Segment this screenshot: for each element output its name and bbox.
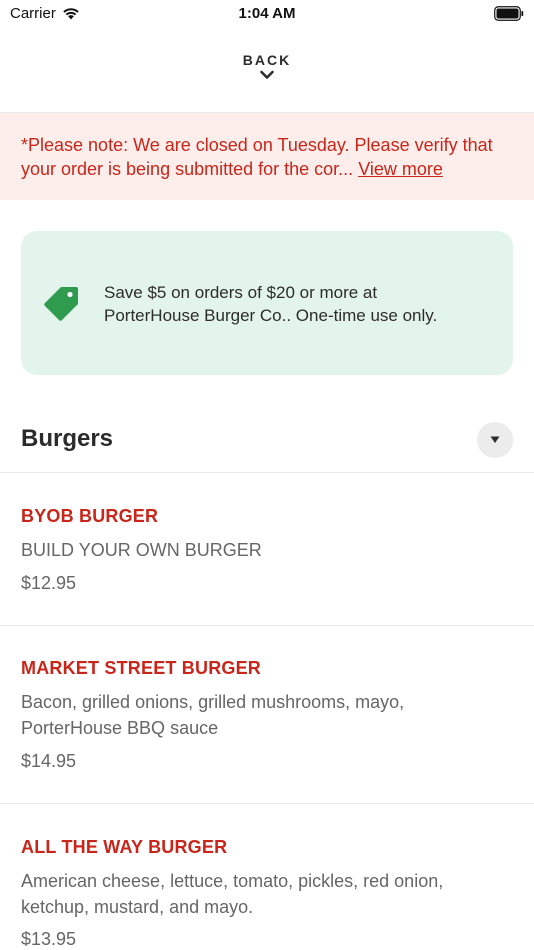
item-price: $13.95 — [21, 929, 77, 949]
back-button[interactable]: BACK — [227, 52, 307, 81]
item-name: ALL THE WAY BURGER — [21, 837, 228, 857]
promo-line-2: PorterHouse Burger Co.. One-time use onl… — [104, 306, 438, 325]
section-collapse-toggle[interactable] — [477, 422, 513, 458]
section-header-burgers: Burgers — [0, 405, 534, 473]
item-price: $12.95 — [21, 573, 77, 593]
battery-icon — [494, 6, 524, 21]
closure-notice-banner: *Please note: We are closed on Tuesday. … — [0, 113, 534, 200]
item-description: American cheese, lettuce, tomato, pickle… — [21, 871, 444, 917]
back-label: BACK — [242, 52, 292, 68]
tag-icon — [44, 287, 78, 321]
status-time: 1:04 AM — [238, 5, 296, 22]
item-name: BYOB BURGER — [21, 506, 159, 526]
item-name: MARKET STREET BURGER — [21, 658, 262, 678]
promo-text: Save $5 on orders of $20 or more at Port… — [104, 281, 494, 327]
menu-item-byob-burger[interactable]: BYOB BURGER BUILD YOUR OWN BURGER $12.95 — [0, 473, 534, 626]
promo-line-1: Save $5 on orders of $20 or more at — [104, 283, 378, 302]
item-description: BUILD YOUR OWN BURGER — [21, 540, 262, 560]
caret-down-icon — [490, 436, 500, 443]
menu-item-all-the-way-burger[interactable]: ALL THE WAY BURGER American cheese, lett… — [0, 804, 534, 950]
promo-card: Save $5 on orders of $20 or more at Port… — [21, 231, 513, 375]
view-more-link[interactable]: View more — [358, 159, 443, 179]
menu-item-market-street-burger[interactable]: MARKET STREET BURGER Bacon, grilled onio… — [0, 626, 534, 804]
status-bar: Carrier 1:04 AM — [0, 0, 534, 30]
section-title: Burgers — [21, 425, 114, 452]
item-description: Bacon, grilled onions, grilled mushrooms… — [21, 692, 405, 738]
back-header: BACK — [0, 30, 534, 113]
chevron-down-icon — [260, 70, 274, 79]
item-price: $14.95 — [21, 751, 77, 771]
